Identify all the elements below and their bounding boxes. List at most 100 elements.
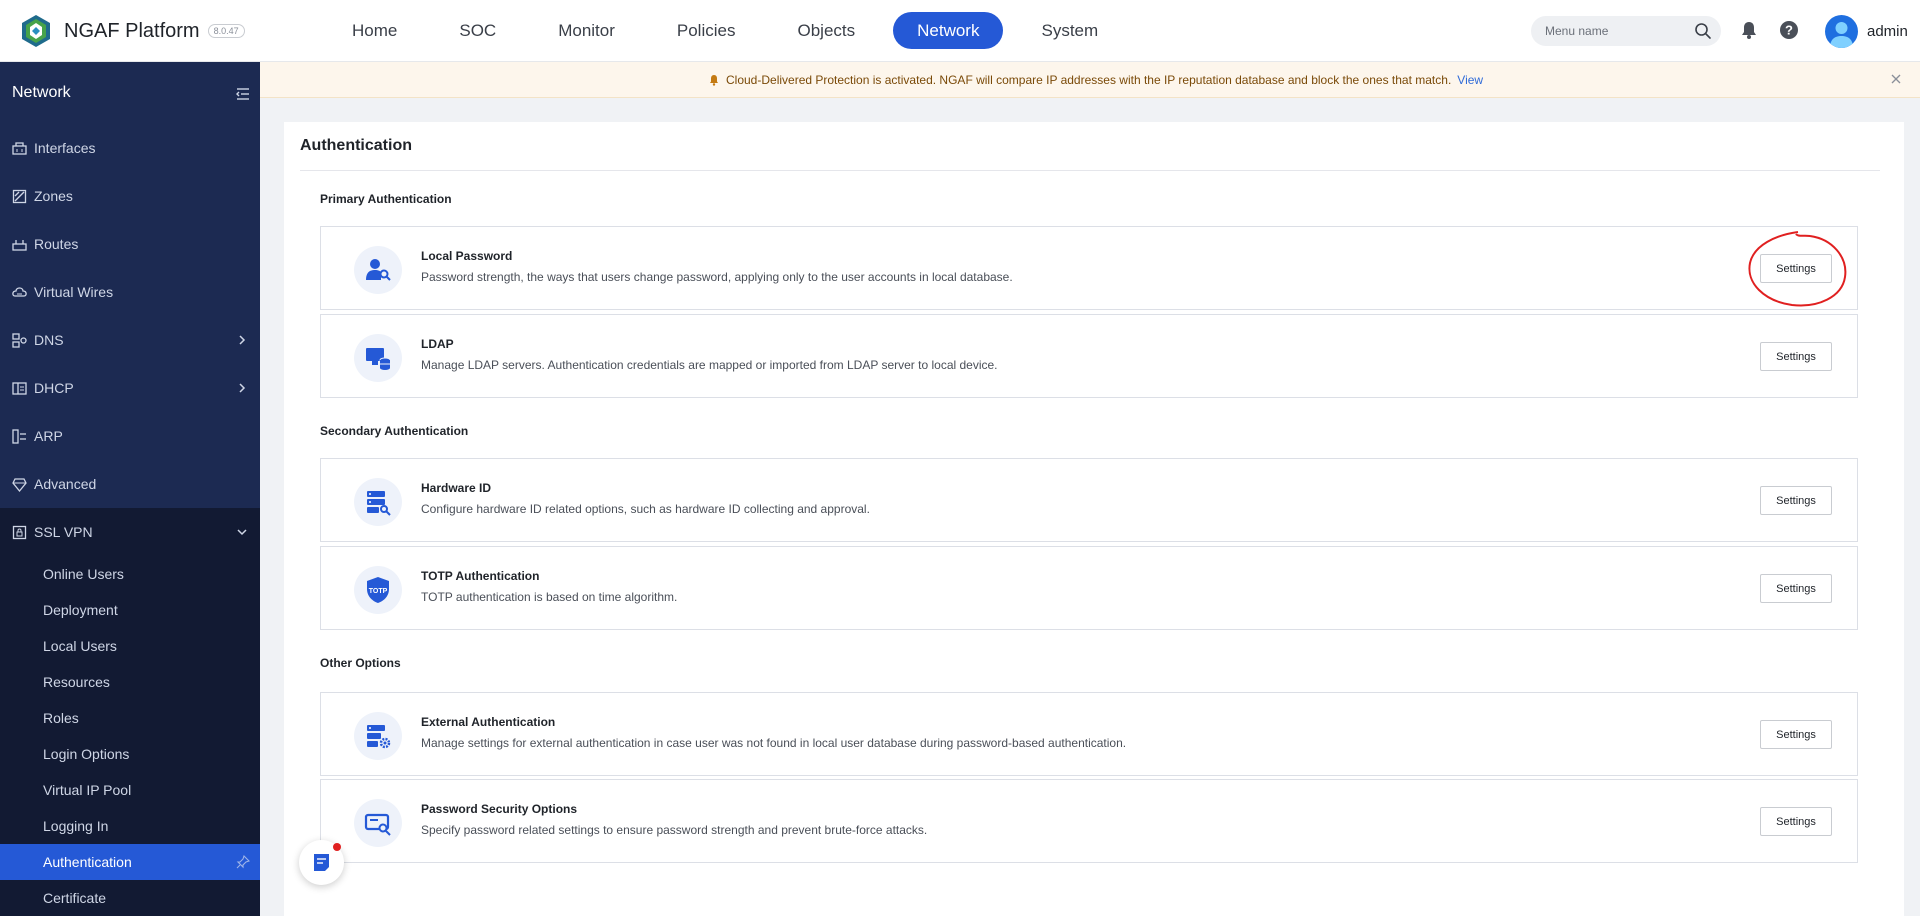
chevron-right-icon [239, 383, 246, 393]
document-icon [314, 854, 329, 871]
help-icon[interactable]: ? [1779, 20, 1799, 40]
menu-search-input[interactable]: Menu name [1531, 16, 1721, 46]
collapse-sidebar-icon[interactable] [235, 86, 251, 102]
row-title: Local Password [421, 249, 513, 263]
nav-soc[interactable]: SOC [435, 12, 520, 49]
user-avatar-icon [1830, 22, 1853, 48]
section-title-secondary: Secondary Authentication [320, 424, 469, 438]
sidebar-header: Network [0, 62, 260, 124]
nav-system[interactable]: System [1017, 12, 1122, 49]
sidebar-item-label: Routes [34, 236, 79, 252]
sidebar-item-advanced[interactable]: Advanced [0, 460, 260, 508]
hardware-id-settings-button[interactable]: Settings [1760, 486, 1832, 515]
row-description: Specify password related settings to ens… [421, 823, 928, 837]
sidebar-item-arp[interactable]: ARP [0, 412, 260, 460]
section-title-other: Other Options [320, 656, 401, 670]
brand[interactable]: NGAF Platform 8.0.47 [18, 13, 245, 49]
page-title: Authentication [300, 137, 412, 154]
search-icon[interactable] [1694, 22, 1712, 40]
row-title: External Authentication [421, 715, 556, 729]
pin-icon[interactable] [236, 855, 250, 869]
username[interactable]: admin [1867, 23, 1908, 40]
dns-icon [12, 333, 27, 348]
sidebar-subitem-label: Authentication [43, 854, 132, 870]
sidebar-subitem-online-users[interactable]: Online Users [0, 556, 260, 592]
routes-icon [12, 240, 27, 251]
sidebar-subitem-virtual-ip-pool[interactable]: Virtual IP Pool [0, 772, 260, 808]
ldap-icon [366, 348, 391, 370]
nav-policies[interactable]: Policies [653, 12, 760, 49]
avatar[interactable] [1825, 15, 1858, 48]
sidebar: Network Interfaces Zones Routes Virtual … [0, 62, 260, 916]
nav-monitor[interactable]: Monitor [534, 12, 639, 49]
sidebar-item-label: DHCP [34, 380, 74, 396]
nav-objects[interactable]: Objects [773, 12, 879, 49]
sidebar-item-label: Interfaces [34, 140, 96, 156]
auth-row-external-authentication: External Authentication Manage settings … [320, 692, 1858, 776]
sidebar-subitem-roles[interactable]: Roles [0, 700, 260, 736]
sidebar-item-interfaces[interactable]: Interfaces [0, 124, 260, 172]
row-title: TOTP Authentication [421, 569, 540, 583]
row-description: Password strength, the ways that users c… [421, 270, 1013, 284]
row-description: Manage LDAP servers. Authentication cred… [421, 358, 998, 372]
sidebar-item-routes[interactable]: Routes [0, 220, 260, 268]
floating-help-button[interactable] [299, 840, 344, 885]
sidebar-subitem-certificate[interactable]: Certificate [0, 880, 260, 916]
app-name: NGAF Platform [64, 19, 200, 42]
row-title: LDAP [421, 337, 454, 351]
ssl-vpn-group: SSL VPN Online Users Deployment Local Us… [0, 508, 260, 916]
external-auth-icon [367, 725, 391, 749]
totp-settings-button[interactable]: Settings [1760, 574, 1832, 603]
sidebar-item-dns[interactable]: DNS [0, 316, 260, 364]
password-security-icon [364, 813, 391, 836]
dhcp-icon [12, 382, 27, 395]
divider [300, 170, 1880, 171]
row-description: TOTP authentication is based on time alg… [421, 590, 678, 604]
notification-banner: Cloud-Delivered Protection is activated.… [260, 62, 1920, 98]
row-title: Password Security Options [421, 802, 578, 816]
sidebar-item-virtual-wires[interactable]: Virtual Wires [0, 268, 260, 316]
row-description: Configure hardware ID related options, s… [421, 502, 870, 516]
close-icon[interactable] [1890, 73, 1902, 85]
ngaf-logo-icon [22, 15, 50, 47]
advanced-icon [12, 478, 27, 492]
chevron-down-icon [237, 529, 247, 536]
bell-icon [710, 75, 718, 86]
nav-network[interactable]: Network [893, 12, 1004, 49]
sidebar-subitem-authentication[interactable]: Authentication [0, 844, 260, 880]
banner-text: Cloud-Delivered Protection is activated.… [726, 73, 1452, 87]
sidebar-item-label: ARP [34, 428, 63, 444]
auth-row-hardware-id: Hardware ID Configure hardware ID relate… [320, 458, 1858, 542]
external-authentication-settings-button[interactable]: Settings [1760, 720, 1832, 749]
local-password-icon [366, 259, 391, 281]
sidebar-subitem-deployment[interactable]: Deployment [0, 592, 260, 628]
ssl-vpn-icon [12, 525, 27, 540]
bell-icon[interactable] [1739, 20, 1759, 40]
sidebar-subitem-logging-in[interactable]: Logging In [0, 808, 260, 844]
nav-home[interactable]: Home [328, 12, 421, 49]
authentication-panel: Authentication Primary Authentication Lo… [284, 122, 1904, 916]
sidebar-subitem-resources[interactable]: Resources [0, 664, 260, 700]
sidebar-item-dhcp[interactable]: DHCP [0, 364, 260, 412]
section-title-primary: Primary Authentication [320, 192, 452, 206]
auth-row-password-security-options: Password Security Options Specify passwo… [320, 779, 1858, 863]
local-password-settings-button[interactable]: Settings [1760, 254, 1832, 283]
banner-view-link[interactable]: View [1457, 73, 1483, 87]
sidebar-item-ssl-vpn[interactable]: SSL VPN [0, 508, 260, 556]
sidebar-item-label: Virtual Wires [34, 284, 114, 300]
auth-row-ldap: LDAP Manage LDAP servers. Authentication… [320, 314, 1858, 398]
top-bar: NGAF Platform 8.0.47 Home SOC Monitor Po… [0, 0, 1920, 62]
version-badge: 8.0.47 [207, 24, 245, 38]
chevron-right-icon [239, 335, 246, 345]
search-placeholder: Menu name [1545, 24, 1609, 38]
sidebar-item-label: Advanced [34, 476, 97, 492]
zones-icon [12, 189, 27, 204]
svg-text:?: ? [1785, 23, 1793, 38]
sidebar-subitem-local-users[interactable]: Local Users [0, 628, 260, 664]
virtual-wires-icon [12, 287, 27, 297]
ldap-settings-button[interactable]: Settings [1760, 342, 1832, 371]
sidebar-item-zones[interactable]: Zones [0, 172, 260, 220]
sidebar-subitem-login-options[interactable]: Login Options [0, 736, 260, 772]
sidebar-item-label: DNS [34, 332, 64, 348]
password-security-options-settings-button[interactable]: Settings [1760, 807, 1832, 836]
